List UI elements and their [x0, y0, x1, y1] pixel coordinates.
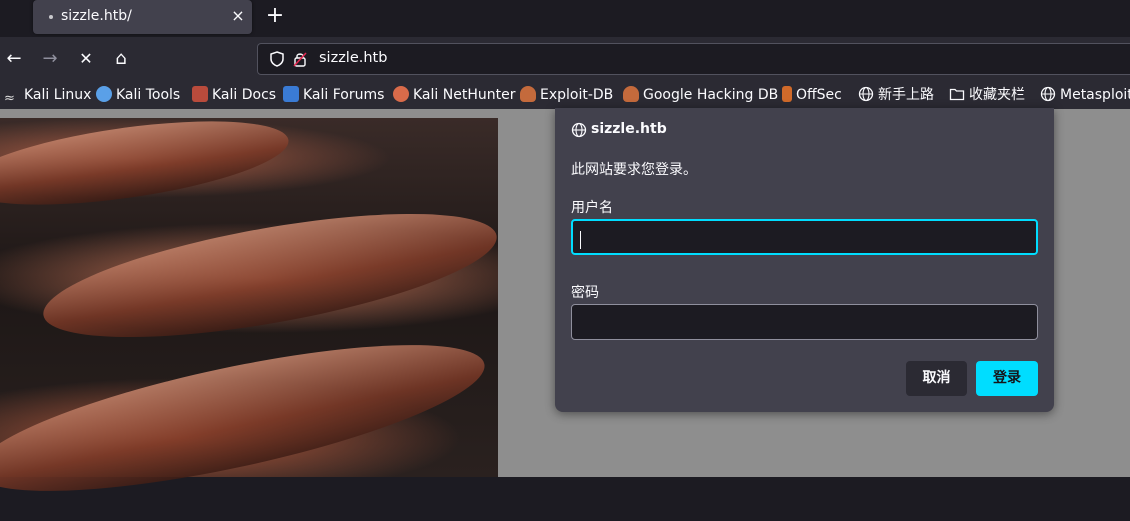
bookmark-kali-docs[interactable]: Kali Docs — [192, 85, 276, 105]
bookmark-label: Kali Tools — [116, 87, 181, 103]
password-field[interactable] — [571, 304, 1038, 340]
offsec-icon — [782, 86, 792, 102]
bookmark-exploit-db[interactable]: Exploit-DB — [520, 85, 613, 105]
bookmarks-toolbar: ≈ Kali Linux Kali Tools Kali Docs Kali Fo… — [0, 81, 1130, 109]
bookmark-kali-linux[interactable]: ≈ Kali Linux — [4, 85, 92, 107]
username-field[interactable] — [571, 219, 1038, 255]
loading-indicator-icon — [49, 15, 53, 19]
globe-icon — [858, 86, 874, 102]
bookmark-favorites-folder[interactable]: 收藏夹栏 — [949, 85, 1025, 105]
http-auth-dialog: sizzle.htb 此网站要求您登录。 用户名 密码 取消 登录 — [555, 108, 1054, 412]
dialog-host: sizzle.htb — [591, 121, 667, 137]
bacon-photo — [0, 105, 505, 521]
photo-detail — [0, 315, 495, 521]
lock-icon[interactable] — [293, 51, 307, 67]
bookmark-google-hacking-db[interactable]: Google Hacking DB — [623, 85, 778, 105]
url-bar[interactable]: sizzle.htb — [257, 43, 1130, 75]
photo-detail — [35, 188, 505, 363]
login-button[interactable]: 登录 — [976, 361, 1038, 396]
globe-icon — [571, 122, 587, 138]
url-text: sizzle.htb — [319, 50, 388, 66]
kali-tools-icon — [96, 86, 112, 102]
bookmark-kali-forums[interactable]: Kali Forums — [283, 85, 384, 105]
folder-icon — [949, 88, 965, 101]
bookmark-metasploit[interactable]: Metasploit — [1040, 85, 1130, 105]
tab-title: sizzle.htb/ — [61, 8, 132, 24]
nethunter-icon — [393, 86, 409, 102]
dialog-message: 此网站要求您登录。 — [571, 162, 697, 178]
text-caret — [580, 231, 581, 249]
exploit-db-icon — [520, 86, 536, 102]
forward-button[interactable]: → — [38, 47, 62, 71]
bookmark-label: Kali Linux — [24, 87, 92, 103]
back-button[interactable]: ← — [2, 47, 26, 71]
bookmark-kali-nethunter[interactable]: Kali NetHunter — [393, 85, 515, 105]
bookmark-kali-tools[interactable]: Kali Tools — [96, 85, 180, 105]
globe-icon — [1040, 86, 1056, 102]
tab-strip: sizzle.htb/ × + — [0, 0, 1130, 37]
bookmark-label: Exploit-DB — [540, 87, 614, 103]
bookmark-label: Kali Forums — [303, 87, 385, 103]
photo-detail — [0, 105, 294, 221]
home-button[interactable]: ⌂ — [109, 47, 133, 71]
bookmark-label: Kali Docs — [212, 87, 277, 103]
bookmark-offsec[interactable]: OffSec — [782, 85, 842, 105]
shield-icon[interactable] — [269, 51, 285, 67]
kali-forums-icon — [283, 86, 299, 102]
navigation-toolbar: ← → ✕ ⌂ sizzle.htb — [0, 37, 1130, 81]
bookmark-label: Google Hacking DB — [643, 87, 779, 103]
bookmark-label: Kali NetHunter — [413, 87, 516, 103]
bookmark-label: 新手上路 — [878, 87, 934, 103]
cancel-button[interactable]: 取消 — [906, 361, 967, 396]
bookmark-newbie[interactable]: 新手上路 — [858, 85, 934, 105]
stop-button[interactable]: ✕ — [74, 47, 98, 71]
bookmark-label: OffSec — [796, 87, 842, 103]
kali-docs-icon — [192, 86, 208, 102]
ghdb-icon — [623, 86, 639, 102]
bookmark-label: 收藏夹栏 — [969, 87, 1025, 103]
tab-close-icon[interactable]: × — [229, 6, 247, 26]
kali-dragon-icon: ≈ — [4, 91, 20, 107]
password-label: 密码 — [571, 285, 599, 301]
username-label: 用户名 — [571, 200, 613, 216]
new-tab-button[interactable]: + — [264, 4, 286, 28]
tab-active[interactable]: sizzle.htb/ × — [33, 0, 252, 34]
bookmark-label: Metasploit — [1060, 87, 1130, 103]
